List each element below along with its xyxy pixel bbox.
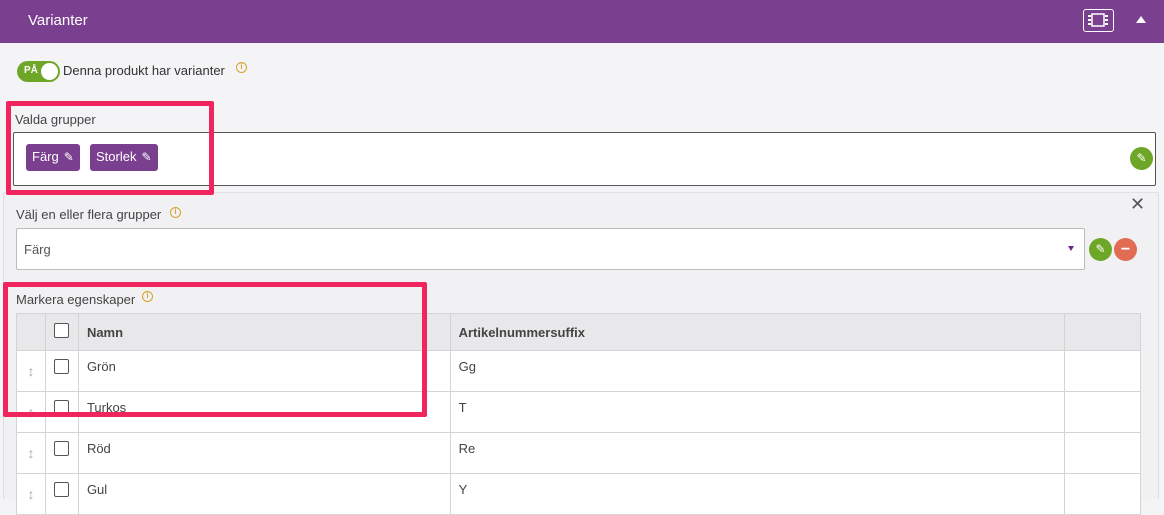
table-row[interactable]: ↕ Gul Y bbox=[16, 473, 1141, 515]
row-name: Gul bbox=[77, 473, 451, 515]
close-icon[interactable]: ✕ bbox=[1130, 194, 1145, 215]
column-header-suffix[interactable]: Artikelnummersuffix bbox=[449, 313, 1066, 351]
toggle-knob bbox=[41, 63, 58, 80]
table-row[interactable]: ↕ Röd Re bbox=[16, 432, 1141, 474]
pencil-icon: ✎ bbox=[1136, 151, 1147, 165]
section-title: Varianter bbox=[28, 12, 88, 29]
edit-groups-button[interactable]: ✎ bbox=[1130, 147, 1153, 170]
row-extra bbox=[1064, 473, 1141, 515]
row-suffix[interactable]: Y bbox=[449, 473, 1066, 515]
row-name: Röd bbox=[77, 432, 451, 474]
highlight-box-selected-groups bbox=[6, 101, 214, 195]
drag-handle-icon[interactable]: ↕ bbox=[16, 473, 46, 515]
row-extra bbox=[1064, 432, 1141, 474]
group-select[interactable] bbox=[16, 228, 1085, 270]
row-checkbox[interactable] bbox=[54, 482, 70, 497]
row-check-cell bbox=[44, 473, 79, 515]
row-check-cell bbox=[44, 432, 79, 474]
minus-circle-icon: − bbox=[1120, 241, 1131, 258]
group-select-value: Färg bbox=[24, 242, 51, 257]
row-extra bbox=[1064, 391, 1141, 433]
toggle-label: Denna produkt har varianter bbox=[63, 63, 225, 78]
pencil-icon: ✎ bbox=[1095, 242, 1106, 256]
chevron-down-icon[interactable] bbox=[1068, 246, 1074, 251]
row-suffix[interactable]: Gg bbox=[449, 350, 1066, 392]
info-icon[interactable]: i bbox=[236, 62, 247, 73]
row-suffix[interactable]: T bbox=[449, 391, 1066, 433]
group-picker-label: Välj en eller flera grupper bbox=[16, 207, 162, 222]
remove-group-button[interactable]: − bbox=[1114, 238, 1137, 261]
caret-up-icon[interactable] bbox=[1136, 16, 1146, 23]
film-icon[interactable] bbox=[1083, 9, 1114, 32]
row-extra bbox=[1064, 350, 1141, 392]
toggle-state: PÅ bbox=[24, 65, 38, 76]
row-suffix[interactable]: Re bbox=[449, 432, 1066, 474]
info-icon[interactable]: i bbox=[170, 207, 181, 218]
column-header-extra bbox=[1064, 313, 1141, 351]
drag-handle-icon[interactable]: ↕ bbox=[16, 432, 46, 474]
highlight-box-properties bbox=[3, 282, 427, 417]
edit-group-button[interactable]: ✎ bbox=[1089, 238, 1112, 261]
row-checkbox[interactable] bbox=[54, 441, 70, 456]
variants-toggle[interactable]: PÅ bbox=[17, 61, 60, 82]
section-header[interactable]: Varianter bbox=[0, 0, 1164, 43]
